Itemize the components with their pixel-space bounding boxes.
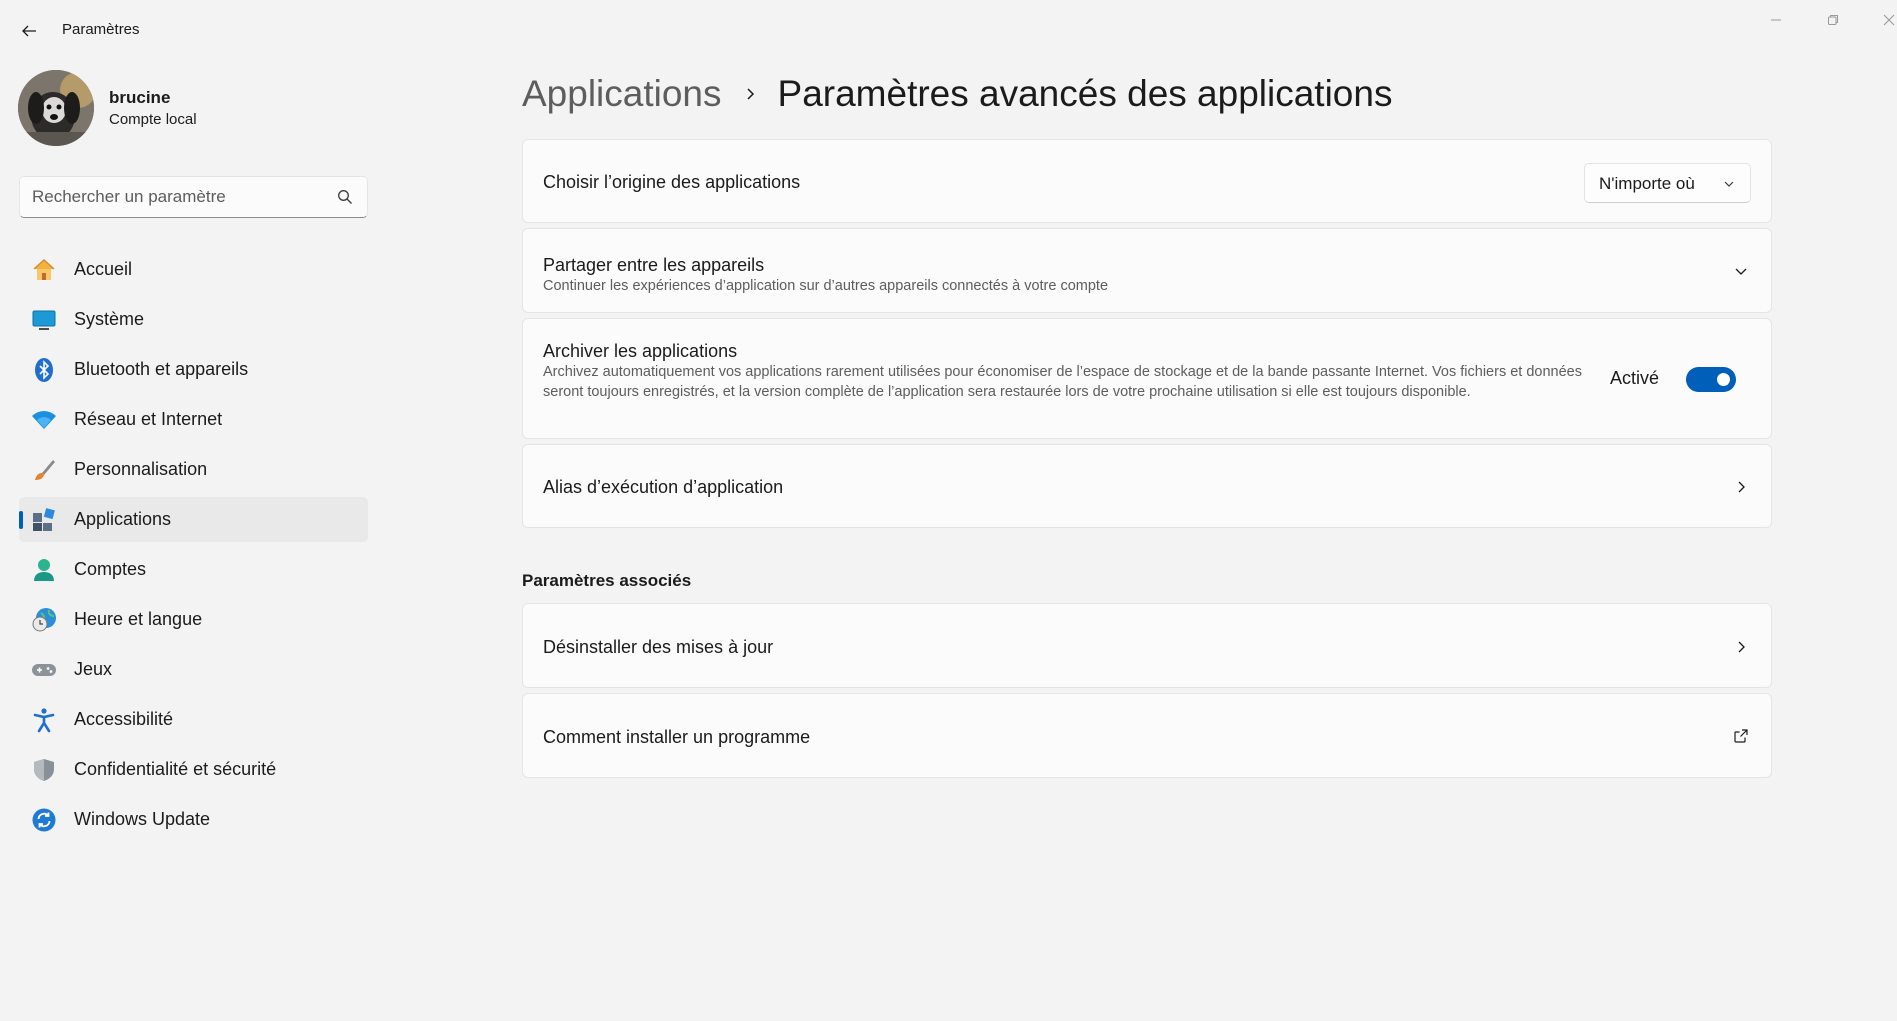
- sidebar-item-label: Jeux: [74, 659, 113, 679]
- setting-card-share[interactable]: Partager entre les appareils Continuer l…: [522, 228, 1772, 313]
- restore-button[interactable]: [1810, 8, 1856, 32]
- related-item-install-program[interactable]: Comment installer un programme: [522, 693, 1772, 778]
- sidebar-item-reseau[interactable]: Réseau et Internet: [19, 397, 368, 442]
- chevron-right-icon: [1733, 639, 1749, 655]
- sidebar-item-label: Personnalisation: [74, 459, 208, 479]
- toggle-knob: [1717, 373, 1730, 386]
- sidebar-item-label: Heure et langue: [74, 609, 203, 629]
- sidebar-item-label: Accueil: [74, 259, 133, 279]
- setting-card-origin: Choisir l’origine des applications N'imp…: [522, 139, 1772, 223]
- bluetooth-icon: [31, 357, 57, 383]
- sidebar-item-label: Bluetooth et appareils: [74, 359, 249, 379]
- wifi-icon: [31, 407, 57, 433]
- sidebar-item-label: Accessibilité: [74, 709, 174, 729]
- setting-description: Continuer les expériences d’application …: [543, 278, 1109, 294]
- chevron-down-icon: [1724, 181, 1734, 187]
- breadcrumb: Applications Paramètres avancés des appl…: [522, 70, 1392, 118]
- home-icon: [31, 257, 57, 283]
- archive-toggle[interactable]: [1686, 367, 1736, 392]
- person-icon: [31, 557, 57, 583]
- setting-title: Partager entre les appareils: [543, 255, 765, 275]
- setting-title: Choisir l’origine des applications: [543, 172, 801, 192]
- related-item-uninstall-updates[interactable]: Désinstaller des mises à jour: [522, 603, 1772, 688]
- sidebar-item-label: Système: [74, 309, 145, 329]
- close-icon: [1883, 14, 1895, 26]
- accessibility-icon: [31, 707, 57, 733]
- brush-icon: [31, 457, 57, 483]
- gamepad-icon: [31, 657, 57, 683]
- sidebar-item-confidentialite[interactable]: Confidentialité et sécurité: [19, 747, 368, 792]
- page-title: Paramètres avancés des applications: [777, 73, 1393, 114]
- app-title: Paramètres: [62, 21, 140, 38]
- sidebar-item-applications[interactable]: Applications: [19, 497, 368, 542]
- sidebar-item-label: Windows Update: [74, 809, 211, 829]
- setting-card-alias[interactable]: Alias d’exécution d’application: [522, 444, 1772, 528]
- shield-icon: [31, 757, 57, 783]
- chevron-right-icon: [744, 86, 760, 102]
- sidebar-item-label: Confidentialité et sécurité: [74, 759, 277, 779]
- restore-icon: [1828, 15, 1838, 25]
- sidebar-nav: Accueil Système Bluetooth et appareils R…: [19, 247, 368, 847]
- setting-title: Alias d’exécution d’application: [543, 477, 784, 497]
- sidebar-item-heure-langue[interactable]: Heure et langue: [19, 597, 368, 642]
- back-arrow-icon: [22, 25, 36, 37]
- clock-globe-icon: [31, 607, 57, 633]
- minimize-button[interactable]: [1753, 8, 1799, 32]
- dropdown-value: N'importe où: [1599, 174, 1695, 193]
- chevron-right-icon: [1733, 479, 1749, 495]
- sidebar-item-jeux[interactable]: Jeux: [19, 647, 368, 692]
- account-type: Compte local: [109, 111, 197, 128]
- sidebar-item-accessibilite[interactable]: Accessibilité: [19, 697, 368, 742]
- minimize-icon: [1771, 19, 1781, 21]
- setting-title: Comment installer un programme: [543, 727, 811, 747]
- title-bar: Paramètres: [0, 0, 1897, 60]
- setting-title: Archiver les applications: [543, 341, 738, 361]
- sidebar-item-windows-update[interactable]: Windows Update: [19, 797, 368, 842]
- sidebar-item-systeme[interactable]: Système: [19, 297, 368, 342]
- search-input[interactable]: [32, 177, 332, 217]
- sidebar-item-label: Réseau et Internet: [74, 409, 223, 429]
- close-button[interactable]: [1866, 8, 1897, 32]
- toggle-state-label: Activé: [1609, 368, 1659, 388]
- origin-dropdown[interactable]: N'importe où: [1584, 163, 1751, 203]
- setting-description: Archivez automatiquement vos application…: [543, 364, 1582, 400]
- sidebar-item-comptes[interactable]: Comptes: [19, 547, 368, 592]
- avatar[interactable]: [18, 70, 94, 146]
- sidebar-item-label: Comptes: [74, 559, 147, 579]
- user-name: brucine: [109, 88, 171, 107]
- section-title: Paramètres associés: [522, 571, 692, 590]
- chevron-down-icon[interactable]: [1733, 263, 1749, 279]
- setting-title: Désinstaller des mises à jour: [543, 637, 774, 657]
- back-button[interactable]: [14, 16, 44, 46]
- apps-icon: [31, 507, 57, 533]
- update-icon: [31, 807, 57, 833]
- search-box[interactable]: [19, 176, 368, 218]
- system-icon: [31, 307, 57, 333]
- user-profile[interactable]: brucine Compte local: [18, 70, 368, 146]
- external-link-icon: [1733, 728, 1749, 744]
- sidebar-item-accueil[interactable]: Accueil: [19, 247, 368, 292]
- setting-card-archive: Archiver les applications Archivez autom…: [522, 318, 1772, 439]
- breadcrumb-parent-link[interactable]: Applications: [522, 73, 722, 115]
- sidebar-item-bluetooth[interactable]: Bluetooth et appareils: [19, 347, 368, 392]
- sidebar-item-label: Applications: [74, 509, 172, 529]
- search-icon[interactable]: [337, 189, 353, 205]
- sidebar-item-personnalisation[interactable]: Personnalisation: [19, 447, 368, 492]
